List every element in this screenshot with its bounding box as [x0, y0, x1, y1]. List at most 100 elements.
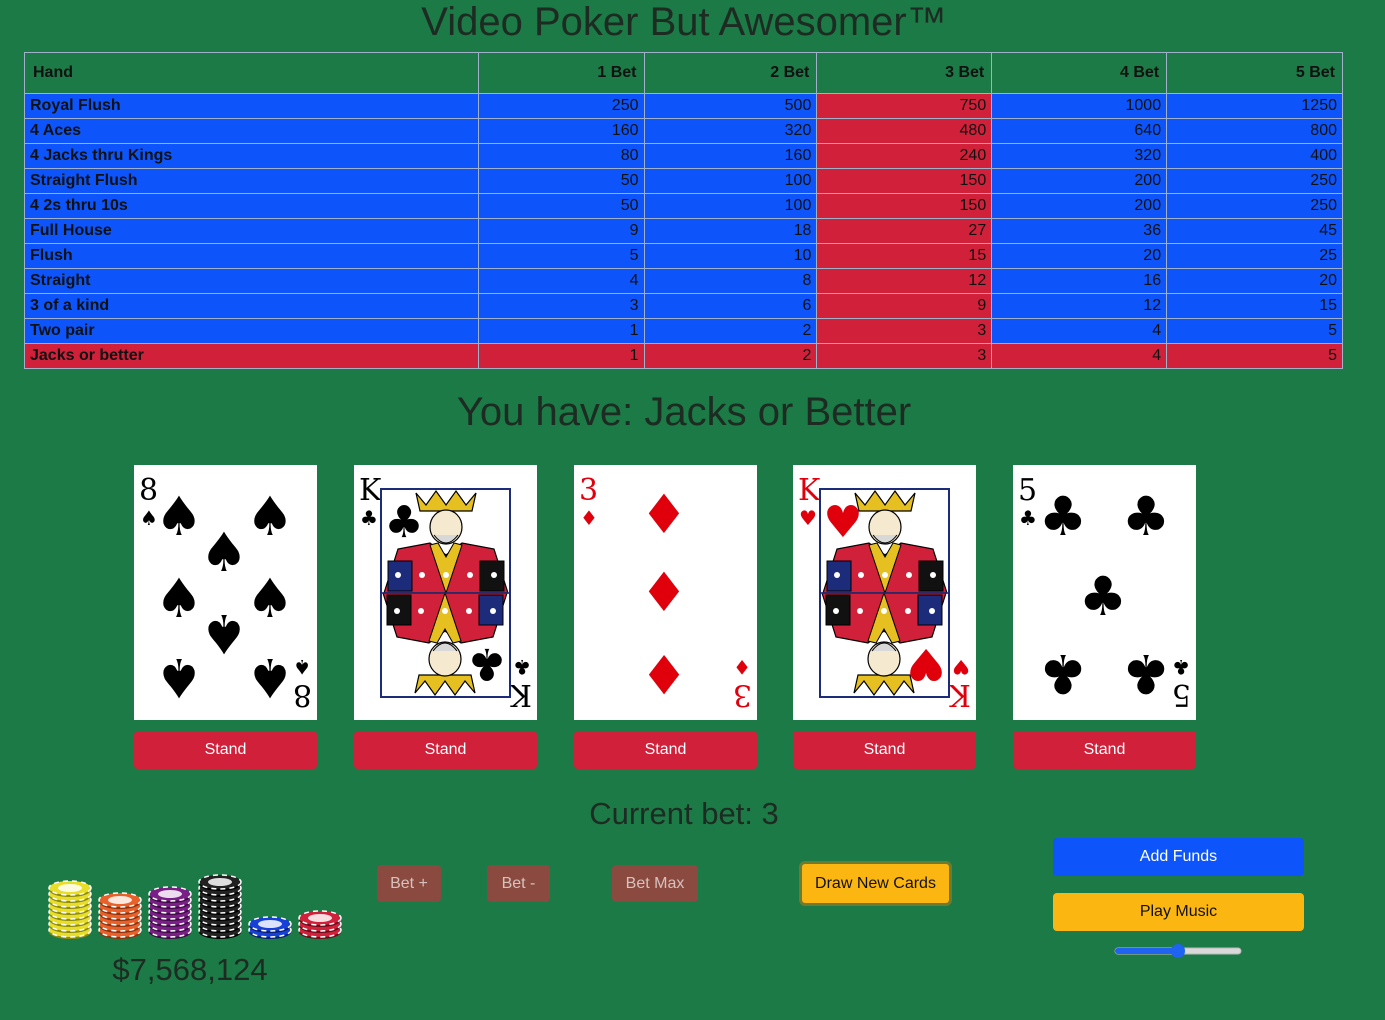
hearts-icon: ♥: [823, 497, 862, 548]
add-funds-button[interactable]: Add Funds: [1053, 838, 1304, 876]
bet-minus-button[interactable]: Bet -: [487, 865, 550, 902]
paytable-payout-cell: 240: [816, 143, 993, 169]
card-rank: K: [359, 473, 382, 508]
card-rank: 3: [733, 677, 752, 712]
volume-thumb[interactable]: [1171, 944, 1185, 958]
card-face: K♥K♥♥♥: [798, 473, 971, 712]
volume-fill: [1115, 948, 1178, 954]
funds-balance: $7,568,124: [112, 952, 268, 987]
stand-button-4[interactable]: Stand: [793, 731, 976, 769]
card-rank: K: [948, 677, 971, 712]
paytable-payout-cell: 5: [477, 243, 645, 269]
paytable-payout-cell: 160: [643, 143, 818, 169]
spades-icon: ♠: [246, 646, 294, 709]
paytable-payout-cell: 4: [991, 318, 1168, 344]
card-rank: K: [509, 677, 532, 712]
card-corner-suit: ♥: [952, 655, 970, 679]
bet-max-button[interactable]: Bet Max: [612, 865, 698, 902]
paytable-payout-cell: 200: [991, 193, 1168, 219]
paytable-payout-cell: 400: [1166, 143, 1343, 169]
card-2[interactable]: K ♣ K ♣ ♣ ♣: [354, 465, 537, 720]
stand-button-2[interactable]: Stand: [354, 731, 537, 769]
chip-stack: [198, 874, 242, 939]
hearts-icon: ♥: [906, 638, 945, 689]
card-corner-suit: ♠: [293, 655, 311, 679]
paytable-payout-cell: 12: [991, 293, 1168, 319]
card-rank: K: [798, 473, 821, 508]
paytable-payout-cell: 150: [816, 168, 993, 194]
clubs-icon: ♣: [1122, 642, 1170, 705]
paytable-payout-cell: 18: [643, 218, 818, 244]
paytable-hand-name: Two pair: [24, 318, 479, 344]
paytable-payout-cell: 8: [643, 268, 818, 294]
paytable-payout-cell: 12: [816, 268, 993, 294]
spades-icon: ♠: [155, 646, 203, 709]
robe-pattern: [906, 572, 912, 578]
paytable-payout-cell: 9: [477, 218, 645, 244]
card-corner-suit: ♥: [799, 506, 817, 530]
paytable-payout-cell: 500: [643, 93, 818, 119]
stand-button-1[interactable]: Stand: [134, 731, 317, 769]
paytable-body: Royal Flush 250 500 750 1000 1250 4 Aces 160 320…: [24, 93, 1343, 369]
paytable-payout-cell: 20: [991, 243, 1168, 269]
paytable-payout-cell: 1000: [991, 93, 1168, 119]
paytable-payout-cell: 2: [643, 343, 818, 369]
paytable-hand-name: 4 2s thru 10s: [24, 193, 479, 219]
card-rank: 5: [1018, 473, 1037, 508]
paytable-payout-cell: 1: [477, 343, 645, 369]
stand-button-3[interactable]: Stand: [574, 731, 757, 769]
card-4[interactable]: K ♥ K ♥ ♥ ♥: [793, 465, 976, 720]
paytable-header-hand: Hand: [24, 52, 479, 94]
clubs-icon: ♣: [1039, 485, 1087, 548]
chip-stack: [298, 910, 342, 939]
paytable-payout-cell: 3: [477, 293, 645, 319]
draw-new-cards-button[interactable]: Draw New Cards: [799, 861, 952, 906]
play-music-button[interactable]: Play Music: [1053, 893, 1304, 931]
card-rank: 8: [293, 677, 312, 712]
paytable-payout-cell: 36: [991, 218, 1168, 244]
paytable-row: Jacks or better 1 2 3 4 5: [24, 343, 1343, 369]
stand-button-5[interactable]: Stand: [1013, 731, 1196, 769]
paytable-hand-name: Straight Flush: [24, 168, 479, 194]
paytable-payout-cell: 200: [991, 168, 1168, 194]
paytable-payout-cell: 10: [643, 243, 818, 269]
paytable-payout-cell: 250: [1166, 168, 1343, 194]
paytable-payout-cell: 27: [816, 218, 993, 244]
clubs-icon: ♣: [467, 638, 506, 689]
paytable-payout-cell: 160: [477, 118, 645, 144]
current-bet: Current bet: 3: [589, 796, 779, 831]
spades-icon: ♠: [155, 567, 203, 630]
paytable-payout-cell: 100: [643, 168, 818, 194]
diamonds-icon: ♦: [640, 642, 688, 705]
paytable-payout-cell: 250: [1166, 193, 1343, 219]
card-face: 3♦3♦♦♦♦: [579, 473, 752, 712]
paytable-payout-cell: 80: [477, 143, 645, 169]
paytable-payout-cell: 3: [816, 318, 993, 344]
paytable-payout-cell: 4: [477, 268, 645, 294]
bet-plus-button[interactable]: Bet +: [377, 865, 441, 902]
paytable: Hand 1 Bet 2 Bet 3 Bet 4 Bet 5 Bet Royal…: [24, 52, 1343, 369]
card-1[interactable]: 8 ♠ 8 ♠ ♠ ♠ ♠ ♠ ♠ ♠ ♠ ♠: [134, 465, 317, 720]
chip-stack: [48, 880, 92, 939]
card-rank: 3: [579, 473, 598, 508]
paytable-header-bet-4: 4 Bet: [991, 52, 1168, 94]
robe-pattern: [905, 608, 911, 614]
paytable-row: Full House 9 18 27 36 45: [24, 218, 1343, 244]
volume-slider[interactable]: [1113, 942, 1243, 960]
paytable-row: Two pair 1 2 3 4 5: [24, 318, 1343, 344]
page-title: Video Poker But Awesomer™: [421, 0, 947, 44]
card-corner-suit: ♣: [360, 506, 378, 530]
hand-result: You have: Jacks or Better: [456, 390, 912, 434]
card-face: 8♠8♠♠ ♠♠♠ ♠♠♠ ♠: [139, 473, 312, 712]
clubs-icon: ♣: [1039, 642, 1087, 705]
card-corner-suit: ♦: [580, 506, 598, 530]
paytable-payout-cell: 5: [1166, 318, 1343, 344]
card-5[interactable]: 5 ♣ 5 ♣ ♣ ♣ ♣ ♣ ♣: [1013, 465, 1196, 720]
paytable-payout-cell: 50: [477, 168, 645, 194]
paytable-payout-cell: 15: [816, 243, 993, 269]
card-3[interactable]: 3 ♦ 3 ♦ ♦ ♦ ♦: [574, 465, 757, 720]
paytable-payout-cell: 640: [991, 118, 1168, 144]
card-corner-suit: ♣: [1019, 506, 1037, 530]
paytable-row: Straight 4 8 12 16 20: [24, 268, 1343, 294]
paytable-payout-cell: 750: [816, 93, 993, 119]
